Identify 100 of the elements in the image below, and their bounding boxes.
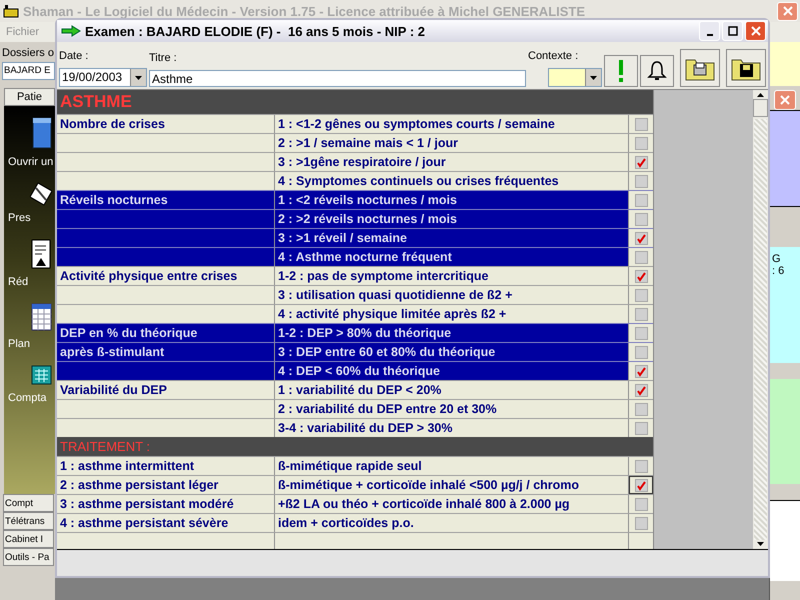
- option-text: ß-mimétique rapide seul: [278, 459, 422, 473]
- side-text: : 6: [771, 265, 786, 277]
- title-field[interactable]: Asthme: [149, 70, 526, 87]
- folder-icon[interactable]: [30, 116, 52, 150]
- close-button[interactable]: [745, 21, 766, 41]
- section-title: TRAITEMENT :: [60, 439, 150, 454]
- close-icon: [782, 5, 794, 17]
- dialog-title: Examen : BAJARD ELODIE (F) - 16 ans 5 mois - NIP : 2: [85, 24, 426, 38]
- bell-icon: [647, 60, 667, 82]
- save-button[interactable]: [726, 49, 766, 87]
- scroll-up-icon[interactable]: [757, 93, 764, 97]
- checkbox[interactable]: [634, 232, 648, 244]
- maximize-button[interactable]: [722, 21, 743, 41]
- scroll-down-icon[interactable]: [757, 542, 764, 546]
- checkbox[interactable]: [634, 346, 648, 358]
- checkbox[interactable]: [634, 326, 648, 340]
- criterion-label: DEP en % du théorique: [60, 326, 198, 340]
- document-icon[interactable]: [30, 238, 52, 270]
- option-text: 4 : Asthme nocturne fréquent: [278, 250, 452, 264]
- date-combo[interactable]: 19/00/2003: [59, 68, 147, 87]
- criterion-label: après ß-stimulant: [60, 345, 164, 359]
- checkbox[interactable]: [634, 194, 648, 206]
- option-text: 2 : >1 / semaine mais < 1 / jour: [278, 136, 458, 150]
- checkbox[interactable]: [634, 478, 648, 492]
- checkbox[interactable]: [634, 250, 648, 264]
- maximize-icon: [728, 26, 738, 36]
- sidebar-tab[interactable]: Patie: [4, 88, 55, 106]
- option-text: 1-2 : pas de symptome intercritique: [278, 269, 488, 283]
- checkbox[interactable]: [634, 384, 648, 396]
- minimize-button[interactable]: [699, 21, 720, 41]
- context-combo[interactable]: [548, 68, 602, 87]
- checkbox[interactable]: [634, 516, 648, 530]
- option-text: idem + corticoïdes p.o.: [278, 516, 414, 530]
- option-text: 3 : utilisation quasi quotidienne de ß2 +: [278, 288, 512, 302]
- checkbox[interactable]: [634, 422, 648, 434]
- option-text: +ß2 LA ou théo + corticoïde inhalé 800 à 2.000 µg: [278, 497, 570, 511]
- print-button[interactable]: [680, 49, 720, 87]
- folder-label: Dossiers o: [2, 47, 55, 59]
- option-text: 4 : DEP < 60% du théorique: [278, 364, 440, 378]
- title-label: Titre :: [149, 52, 178, 64]
- option-text: 3 : >1 réveil / semaine: [278, 231, 407, 245]
- launcher-label: Ouvrir un: [8, 156, 54, 168]
- criterion-label: 2 : asthme persistant léger: [60, 478, 218, 492]
- checkbox[interactable]: [634, 156, 648, 168]
- launcher-label: Compta: [8, 392, 47, 404]
- checkbox[interactable]: [634, 288, 648, 302]
- criterion-label: Activité physique entre crises: [60, 269, 238, 283]
- criterion-label: 1 : asthme intermittent: [60, 459, 194, 473]
- caret-icon: [590, 76, 597, 80]
- criterion-label: 3 : asthme persistant modéré: [60, 497, 234, 511]
- app-icon: [3, 4, 19, 18]
- bell-button[interactable]: [640, 55, 674, 87]
- sidebar-tab[interactable]: Compt: [3, 494, 54, 512]
- option-text: 2 : >2 réveils nocturnes / mois: [278, 212, 457, 226]
- sidebar-tab[interactable]: Outils - Pa: [3, 548, 54, 566]
- scroll-thumb[interactable]: [753, 99, 768, 117]
- calendar-icon[interactable]: [30, 302, 52, 332]
- sidebar-tab[interactable]: Télétrans: [3, 512, 54, 530]
- close-button[interactable]: [774, 90, 796, 110]
- calculator-icon[interactable]: [30, 364, 52, 386]
- launcher-label: Plan: [8, 338, 30, 350]
- side-text: G: [771, 253, 782, 265]
- context-label: Contexte :: [528, 50, 580, 62]
- criterion-label: Réveils nocturnes: [60, 193, 168, 207]
- criterion-label: Variabilité du DEP: [60, 383, 167, 397]
- checkbox[interactable]: [634, 460, 648, 472]
- checkbox[interactable]: [634, 364, 648, 378]
- launcher-label: Réd: [8, 276, 28, 288]
- side-panel: [769, 42, 800, 86]
- section-title: ASTHME: [60, 92, 132, 112]
- option-text: 2 : variabilité du DEP entre 20 et 30%: [278, 402, 497, 416]
- option-text: 1 : variabilité du DEP < 20%: [278, 383, 442, 397]
- arrow-icon: [61, 25, 81, 37]
- option-text: 1 : <1-2 gênes ou symptomes courts / semaine: [278, 117, 555, 131]
- checkbox[interactable]: [634, 308, 648, 320]
- exclamation-icon: [616, 59, 626, 83]
- option-text: 4 : activité physique limitée après ß2 +: [278, 307, 506, 321]
- app-title: Shaman - Le Logiciel du Médecin - Version 1.75 - Licence attribuée à Michel GENERALISTE: [23, 4, 586, 18]
- scrollbar[interactable]: [753, 90, 768, 549]
- option-text: 1 : <2 réveils nocturnes / mois: [278, 193, 457, 207]
- patient-field[interactable]: BAJARD E: [2, 62, 55, 80]
- close-icon: [750, 26, 760, 36]
- option-text: 4 : Symptomes continuels ou crises fréquentes: [278, 174, 559, 188]
- minimize-icon: [706, 34, 712, 36]
- date-label: Date :: [59, 50, 90, 62]
- criterion-label: Nombre de crises: [60, 117, 165, 131]
- checkbox[interactable]: [634, 118, 648, 130]
- checkbox[interactable]: [634, 174, 648, 188]
- checkbox[interactable]: [634, 212, 648, 226]
- close-button[interactable]: [777, 2, 798, 20]
- checkbox[interactable]: [634, 498, 648, 510]
- sidebar-tab[interactable]: Cabinet I: [3, 530, 54, 548]
- criterion-label: 4 : asthme persistant sévère: [60, 516, 228, 530]
- checkbox[interactable]: [634, 136, 648, 150]
- checkbox[interactable]: [634, 270, 648, 282]
- close-icon: [780, 95, 790, 105]
- option-text: 3 : >1gêne respiratoire / jour: [278, 155, 446, 169]
- caret-icon: [135, 76, 142, 80]
- option-text: 3 : DEP entre 60 et 80% du théorique: [278, 345, 496, 359]
- checkbox[interactable]: [634, 402, 648, 416]
